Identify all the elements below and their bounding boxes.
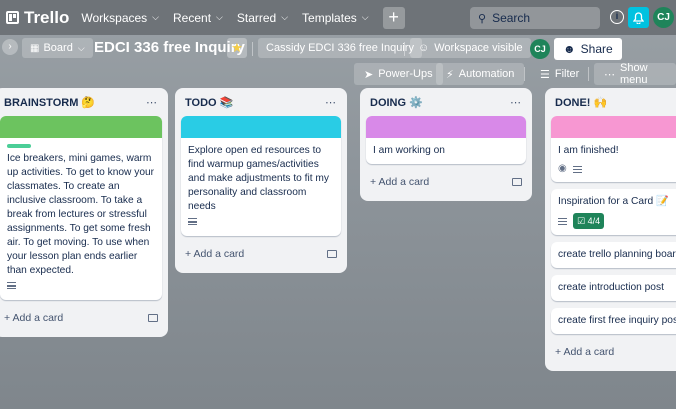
lightning-icon: ⚡: [446, 68, 454, 81]
card-title: I am working on: [373, 145, 445, 156]
people-icon: ☺: [418, 42, 430, 54]
card-label[interactable]: [7, 144, 31, 148]
more-icon: ⋯: [604, 68, 615, 81]
card[interactable]: I am finished! ◉: [551, 116, 676, 182]
template-icon[interactable]: [327, 250, 337, 258]
list-header: TODO 📚 ⋯: [181, 88, 341, 116]
notifications-button[interactable]: [628, 7, 649, 28]
list-brainstorm: BRAINSTORM 🤔 ⋯ Ice breakers, mini games,…: [0, 88, 168, 337]
workspace-button[interactable]: Cassidy EDCI 336 free Inquiry: [258, 38, 422, 58]
list-doing: DOING ⚙️ ⋯ I am working on + Add a card: [360, 88, 532, 201]
card[interactable]: Explore open ed resources to find warmup…: [181, 116, 341, 236]
card-title: Inspiration for a Card 📝: [558, 196, 669, 207]
card-cover: [551, 116, 676, 138]
divider: [588, 67, 589, 81]
template-icon[interactable]: [512, 178, 522, 186]
share-button[interactable]: ☻ Share: [554, 38, 622, 60]
add-card-button[interactable]: + Add a card: [181, 243, 341, 265]
card-cover: [366, 116, 526, 138]
star-icon[interactable]: ★: [227, 38, 247, 58]
description-icon: [572, 165, 582, 173]
description-icon: [7, 282, 16, 289]
create-button[interactable]: +: [382, 6, 405, 29]
list-menu-icon[interactable]: ⋯: [510, 96, 522, 109]
chevron-down-icon: ⌵: [281, 12, 289, 22]
card[interactable]: Ice breakers, mini games, warm up activi…: [0, 116, 162, 300]
user-avatar[interactable]: CJ: [653, 7, 674, 28]
list-menu-icon[interactable]: ⋯: [325, 96, 337, 109]
plus-icon: +: [388, 7, 399, 27]
nav-templates[interactable]: Templates ⌵: [302, 11, 369, 25]
card[interactable]: Inspiration for a Card 📝 ☑ 4/4: [551, 189, 676, 235]
board-toolbar: ➤ Power-Ups ⚡ Automation ☰ Filter ⋯ Show…: [0, 62, 676, 87]
search-icon: ⚲: [478, 12, 487, 25]
chevron-down-icon: ⌵: [216, 12, 223, 22]
chevron-down-icon: ⌵: [77, 42, 85, 53]
divider: [524, 67, 525, 81]
card-title: create first free inquiry post: [558, 315, 676, 326]
board-view-switcher[interactable]: ▦ Board ⌵: [22, 38, 93, 58]
member-avatar[interactable]: CJ: [530, 39, 550, 59]
info-icon[interactable]: i: [610, 10, 624, 24]
list-header: DOING ⚙️ ⋯: [366, 88, 526, 116]
card-title: create trello planning board: [558, 249, 676, 260]
eye-icon: ◉: [558, 163, 567, 174]
card[interactable]: create first free inquiry post: [551, 308, 676, 334]
checklist-badge: ☑ 4/4: [573, 213, 605, 229]
divider: [404, 42, 405, 56]
expand-sidebar-icon[interactable]: ›: [2, 39, 18, 55]
trello-logo[interactable]: Trello: [6, 8, 69, 28]
bell-icon: [633, 11, 644, 24]
list-title[interactable]: TODO 📚: [185, 96, 233, 109]
list-header: BRAINSTORM 🤔 ⋯: [0, 88, 162, 116]
template-icon[interactable]: [148, 314, 158, 322]
list-menu-icon[interactable]: ⋯: [146, 96, 158, 109]
chevron-down-icon: ⌵: [361, 12, 369, 22]
card-title: Ice breakers, mini games, warm up activi…: [7, 153, 155, 276]
board-header: › ▦ Board ⌵ EDCI 336 free Inquiry ★ Cass…: [0, 35, 676, 63]
divider: [252, 42, 253, 56]
rocket-icon: ➤: [364, 68, 374, 81]
trello-icon: [6, 11, 19, 24]
nav-recent[interactable]: Recent ⌵: [173, 11, 223, 25]
list-done: DONE! 🙌 I am finished! ◉ Inspiration for…: [545, 88, 676, 371]
description-icon: [188, 218, 197, 225]
filter-icon: ☰: [540, 68, 550, 81]
add-card-button[interactable]: + Add a card: [551, 341, 676, 363]
chevron-down-icon: ⌵: [152, 12, 159, 22]
card[interactable]: I am working on: [366, 116, 526, 164]
list-title[interactable]: DONE! 🙌: [555, 96, 607, 109]
board-title[interactable]: EDCI 336 free Inquiry: [94, 39, 245, 56]
filter-button[interactable]: ☰ Filter: [530, 63, 589, 85]
add-person-icon: ☻: [563, 42, 576, 56]
list-todo: TODO 📚 ⋯ Explore open ed resources to fi…: [175, 88, 347, 273]
card-title: I am finished!: [558, 145, 619, 156]
automation-button[interactable]: ⚡ Automation: [436, 63, 525, 85]
add-card-button[interactable]: + Add a card: [0, 307, 162, 329]
nav-workspaces[interactable]: Workspaces ⌵: [81, 11, 159, 25]
card-cover: [0, 116, 162, 138]
list-title[interactable]: BRAINSTORM 🤔: [4, 96, 95, 109]
list-header: DONE! 🙌: [551, 88, 676, 116]
card[interactable]: create introduction post: [551, 275, 676, 301]
description-icon: [558, 217, 567, 225]
visibility-button[interactable]: ☺ Workspace visible: [410, 38, 531, 58]
show-menu-button[interactable]: ⋯ Show menu: [594, 62, 676, 86]
add-card-button[interactable]: + Add a card: [366, 171, 526, 193]
search-input[interactable]: ⚲ Search: [470, 7, 600, 29]
card-title: Explore open ed resources to find warmup…: [188, 145, 329, 212]
nav-starred[interactable]: Starred ⌵: [237, 11, 288, 25]
card[interactable]: create trello planning board: [551, 242, 676, 268]
card-title: create introduction post: [558, 282, 664, 293]
power-ups-button[interactable]: ➤ Power-Ups: [354, 63, 443, 85]
board-icon: ▦: [30, 42, 40, 54]
list-title[interactable]: DOING ⚙️: [370, 96, 423, 109]
card-cover: [181, 116, 341, 138]
